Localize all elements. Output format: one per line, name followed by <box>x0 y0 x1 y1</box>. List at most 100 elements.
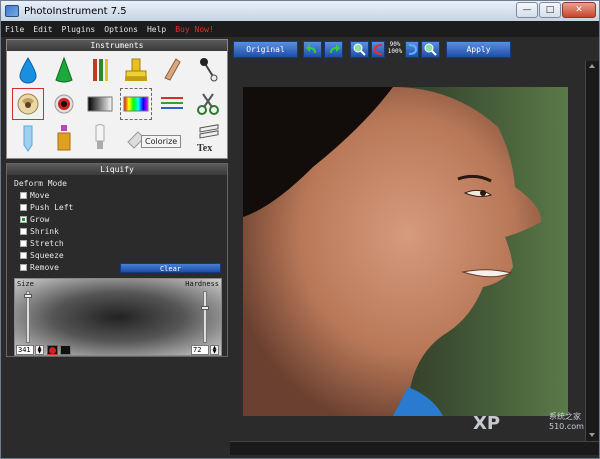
liquify-icon <box>17 93 39 115</box>
stamp-icon <box>125 58 147 81</box>
original-button[interactable]: Original <box>233 41 298 58</box>
stamp-tool[interactable] <box>120 54 152 86</box>
watermark-text: 系统之家 510.com <box>549 411 584 431</box>
menu-buy-now[interactable]: Buy Now! <box>175 25 214 34</box>
finger-tool[interactable] <box>156 54 188 86</box>
mode-squeeze-checkbox[interactable] <box>20 252 27 259</box>
size-slider[interactable] <box>24 291 32 343</box>
size-value-field[interactable]: 341 <box>16 345 34 355</box>
zoom-bottom: 100% <box>387 48 403 55</box>
mode-remove[interactable]: Remove <box>20 263 59 272</box>
mode-push-left-label: Push Left <box>30 203 74 212</box>
instruments-panel: Instruments Tex Colorize <box>6 39 228 159</box>
mode-remove-checkbox[interactable] <box>20 264 27 271</box>
liquify-tool[interactable] <box>12 88 44 120</box>
mode-squeeze[interactable]: Squeeze <box>20 251 64 260</box>
deform-mode-label: Deform Mode <box>14 179 67 188</box>
droplet-icon <box>19 57 37 84</box>
size-label: Size <box>17 280 34 288</box>
finger-icon <box>164 58 181 81</box>
tube-tool[interactable] <box>12 122 44 154</box>
watermark-site: 510.com <box>549 422 584 431</box>
size-slider-thumb[interactable] <box>24 294 32 298</box>
hardness-value-field[interactable]: 72 <box>191 345 209 355</box>
mode-stretch-checkbox[interactable] <box>20 240 27 247</box>
svg-text:Tex: Tex <box>197 143 212 153</box>
horizontal-scrollbar[interactable] <box>230 441 599 455</box>
title-bar: PhotoInstrument 7.5 — □ ✕ <box>1 1 599 21</box>
zoom-level: 90% 100% <box>385 41 405 58</box>
zoom-top: 90% <box>389 41 401 48</box>
mode-stretch-label: Stretch <box>30 239 64 248</box>
apply-button[interactable]: Apply <box>446 41 511 58</box>
mode-move[interactable]: Move <box>20 191 49 200</box>
hardness-spinner[interactable]: ▲ ▼ <box>210 345 219 355</box>
red-eye-tool[interactable] <box>48 88 80 120</box>
menu-plugins[interactable]: Plugins <box>62 25 96 34</box>
mode-stretch[interactable]: Stretch <box>20 239 64 248</box>
hardness-slider-thumb[interactable] <box>201 306 209 310</box>
circle-icon <box>49 346 56 354</box>
mode-shrink-label: Shrink <box>30 227 59 236</box>
scroll-up-arrow-icon[interactable] <box>589 64 595 68</box>
undo-button[interactable] <box>303 41 322 58</box>
watermark-sub: 系统之家 <box>549 412 581 421</box>
zoom-next-button[interactable] <box>405 41 419 58</box>
zoom-in-button[interactable] <box>350 41 369 58</box>
lines-tool[interactable] <box>156 88 188 120</box>
lamp-tool[interactable] <box>84 122 116 154</box>
mode-shrink[interactable]: Shrink <box>20 227 59 236</box>
maximize-button[interactable]: □ <box>539 2 561 18</box>
menu-help[interactable]: Help <box>147 25 166 34</box>
mode-squeeze-label: Squeeze <box>30 251 64 260</box>
colorize-tool[interactable] <box>120 88 152 120</box>
app-window: PhotoInstrument 7.5 — □ ✕ File Edit Plug… <box>0 0 600 459</box>
undo-icon <box>306 44 316 53</box>
scroll-down-arrow-icon[interactable] <box>589 433 595 437</box>
redo-button[interactable] <box>324 41 343 58</box>
text-icon: Tex <box>197 124 219 153</box>
minimize-button[interactable]: — <box>516 2 538 18</box>
image-canvas[interactable] <box>230 61 585 441</box>
colorize-icon <box>123 96 149 112</box>
tube-icon <box>23 125 33 152</box>
mode-shrink-checkbox[interactable] <box>20 228 27 235</box>
scissors-tool[interactable] <box>192 88 224 120</box>
cone-tool[interactable] <box>48 54 80 86</box>
zoom-fit-icon <box>424 43 437 56</box>
mode-grow-checkbox[interactable] <box>20 216 27 223</box>
pin-tool[interactable] <box>192 54 224 86</box>
droplet-tool[interactable] <box>12 54 44 86</box>
redo-icon <box>330 44 340 53</box>
portrait-photo <box>243 87 568 416</box>
vertical-scrollbar[interactable] <box>585 61 599 441</box>
arrow-right-icon <box>408 44 417 55</box>
menu-edit[interactable]: Edit <box>33 25 52 34</box>
size-spinner[interactable]: ▲ ▼ <box>35 345 44 355</box>
text-tool[interactable]: Tex <box>192 122 224 154</box>
circle-brush-button[interactable] <box>47 345 58 355</box>
zoom-prev-button[interactable] <box>371 41 385 58</box>
mode-move-checkbox[interactable] <box>20 192 27 199</box>
app-icon <box>5 5 19 17</box>
watermark-logo: XP <box>473 413 501 434</box>
lamp-icon <box>95 124 105 149</box>
zoom-fit-button[interactable] <box>421 41 440 58</box>
liquify-panel: Liquify Deform Mode Move Push Left Grow … <box>6 163 228 357</box>
window-title: PhotoInstrument 7.5 <box>24 5 127 17</box>
hardness-slider[interactable] <box>201 291 209 343</box>
bottle-icon <box>57 125 71 151</box>
menu-file[interactable]: File <box>5 25 24 34</box>
liquify-header: Liquify <box>7 164 227 175</box>
mode-push-left[interactable]: Push Left <box>20 203 73 212</box>
gradient-tool[interactable] <box>84 88 116 120</box>
menu-options[interactable]: Options <box>104 25 138 34</box>
brushes-tool[interactable] <box>84 54 116 86</box>
scissors-icon <box>197 93 219 115</box>
close-button[interactable]: ✕ <box>562 2 596 18</box>
bottle-tool[interactable] <box>48 122 80 154</box>
mode-grow[interactable]: Grow <box>20 215 49 224</box>
square-brush-button[interactable] <box>60 345 71 355</box>
mode-push-left-checkbox[interactable] <box>20 204 27 211</box>
clear-button[interactable]: Clear <box>120 263 221 273</box>
